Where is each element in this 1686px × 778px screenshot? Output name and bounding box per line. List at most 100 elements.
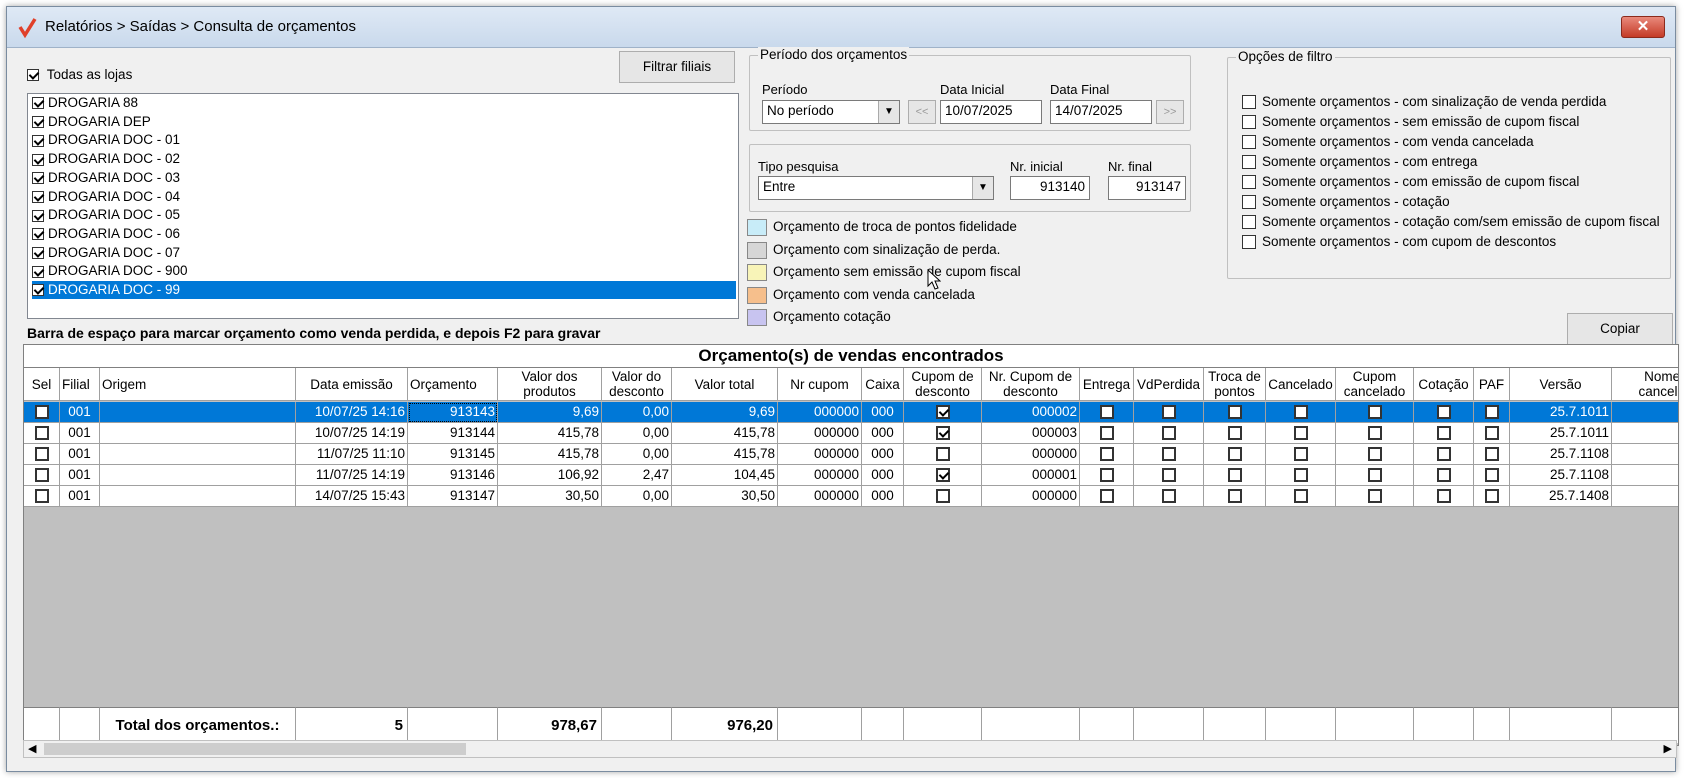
store-item[interactable]: DROGARIA DOC - 06 xyxy=(32,225,736,243)
table-cell[interactable]: 001 xyxy=(60,444,100,465)
checkbox-icon[interactable] xyxy=(1484,489,1499,504)
table-cell[interactable]: 000002 xyxy=(982,402,1080,423)
table-cell-checkbox[interactable] xyxy=(1080,465,1134,486)
checkbox-icon[interactable] xyxy=(32,209,44,222)
table-cell[interactable]: 913143 xyxy=(408,402,498,423)
table-cell[interactable]: 25.7.1408 xyxy=(1510,486,1612,507)
table-cell[interactable]: 106,92 xyxy=(498,465,602,486)
table-cell-checkbox[interactable] xyxy=(1336,402,1414,423)
table-cell-checkbox[interactable] xyxy=(24,486,60,507)
checkbox-icon[interactable] xyxy=(1484,468,1499,483)
all-stores-checkbox[interactable]: Todas as lojas xyxy=(27,67,132,82)
copy-button[interactable]: Copiar xyxy=(1567,313,1673,345)
period-select[interactable]: No período ▼ xyxy=(762,100,900,124)
table-cell[interactable]: 25.7.1108 xyxy=(1510,444,1612,465)
table-cell[interactable]: 000000 xyxy=(778,444,862,465)
table-cell[interactable] xyxy=(1612,486,1678,507)
checkbox-icon[interactable] xyxy=(1227,489,1242,504)
table-cell-checkbox[interactable] xyxy=(1134,402,1204,423)
column-header[interactable]: Versão xyxy=(1510,368,1612,401)
table-cell-checkbox[interactable] xyxy=(24,423,60,444)
column-header[interactable]: Cotação xyxy=(1414,368,1474,401)
final-number-input[interactable]: 913147 xyxy=(1108,176,1186,200)
table-cell[interactable]: 104,45 xyxy=(672,465,778,486)
table-cell[interactable]: 25.7.1011 xyxy=(1510,423,1612,444)
store-item[interactable]: DROGARIA DOC - 05 xyxy=(32,206,736,224)
table-cell-checkbox[interactable] xyxy=(1204,486,1266,507)
checkbox-icon[interactable] xyxy=(1293,468,1308,483)
checkbox-icon[interactable] xyxy=(1227,468,1242,483)
column-header[interactable]: Filial xyxy=(60,368,100,401)
column-header[interactable]: PAF xyxy=(1474,368,1510,401)
table-cell[interactable]: 000000 xyxy=(982,486,1080,507)
start-date-input[interactable]: 10/07/2025 xyxy=(940,100,1042,124)
table-cell-checkbox[interactable] xyxy=(1134,444,1204,465)
filter-branches-button[interactable]: Filtrar filiais xyxy=(619,51,735,83)
table-cell[interactable]: 000 xyxy=(862,444,904,465)
table-cell[interactable]: 25.7.1108 xyxy=(1510,465,1612,486)
checkbox-icon[interactable] xyxy=(935,468,950,483)
checkbox-icon[interactable] xyxy=(1242,235,1256,250)
column-header[interactable]: Caixa xyxy=(862,368,904,401)
table-cell[interactable]: 000003 xyxy=(982,423,1080,444)
table-cell-checkbox[interactable] xyxy=(1474,486,1510,507)
table-cell[interactable]: 000000 xyxy=(778,465,862,486)
checkbox-icon[interactable] xyxy=(32,247,44,260)
table-cell-checkbox[interactable] xyxy=(1336,465,1414,486)
column-header[interactable]: Orçamento xyxy=(408,368,498,401)
store-item[interactable]: DROGARIA DOC - 99 xyxy=(32,281,736,299)
filter-option[interactable]: Somente orçamentos - com sinalização de … xyxy=(1242,94,1606,110)
store-item[interactable]: DROGARIA DOC - 01 xyxy=(32,131,736,149)
column-header[interactable]: Troca de pontos xyxy=(1204,368,1266,401)
table-cell-checkbox[interactable] xyxy=(1266,402,1336,423)
filter-option[interactable]: Somente orçamentos - cotação xyxy=(1242,194,1450,210)
checkbox-icon[interactable] xyxy=(1367,468,1382,483)
table-cell[interactable] xyxy=(100,465,296,486)
chevron-down-icon[interactable]: ▼ xyxy=(878,101,899,123)
previous-period-button[interactable]: << xyxy=(908,100,936,124)
end-date-input[interactable]: 14/07/2025 xyxy=(1050,100,1152,124)
table-cell-checkbox[interactable] xyxy=(1336,444,1414,465)
table-cell-checkbox[interactable] xyxy=(1266,465,1336,486)
checkbox-icon[interactable] xyxy=(1242,155,1256,170)
table-cell-checkbox[interactable] xyxy=(1414,423,1474,444)
checkbox-icon[interactable] xyxy=(32,172,44,185)
checkbox-icon[interactable] xyxy=(1484,426,1499,441)
table-cell[interactable] xyxy=(100,444,296,465)
table-cell-checkbox[interactable] xyxy=(24,444,60,465)
table-cell-checkbox[interactable] xyxy=(904,465,982,486)
table-cell-checkbox[interactable] xyxy=(1134,465,1204,486)
column-header[interactable]: Valor dos produtos xyxy=(498,368,602,401)
table-cell-checkbox[interactable] xyxy=(1336,423,1414,444)
column-header[interactable]: Nome do cancelador xyxy=(1612,368,1678,401)
filter-option[interactable]: Somente orçamentos - com venda cancelada xyxy=(1242,134,1534,150)
checkbox-icon[interactable] xyxy=(1367,447,1382,462)
table-cell[interactable]: 001 xyxy=(60,465,100,486)
checkbox-icon[interactable] xyxy=(32,228,44,241)
column-header[interactable]: Cupom cancelado xyxy=(1336,368,1414,401)
budgets-grid[interactable]: Orçamento(s) de vendas encontrados Sel Fi… xyxy=(23,344,1679,746)
table-cell[interactable]: 000 xyxy=(862,465,904,486)
table-cell[interactable]: 0,00 xyxy=(602,444,672,465)
table-cell-checkbox[interactable] xyxy=(1474,402,1510,423)
store-item[interactable]: DROGARIA DEP xyxy=(32,113,736,131)
table-cell[interactable]: 913145 xyxy=(408,444,498,465)
checkbox-icon[interactable] xyxy=(32,153,44,166)
table-cell[interactable]: 30,50 xyxy=(498,486,602,507)
column-header[interactable]: Cupom de desconto xyxy=(904,368,982,401)
column-header[interactable]: Valor do desconto xyxy=(602,368,672,401)
close-button[interactable]: ✕ xyxy=(1621,16,1665,38)
checkbox-icon[interactable] xyxy=(935,426,950,441)
table-cell[interactable]: 30,50 xyxy=(672,486,778,507)
table-cell[interactable]: 000 xyxy=(862,486,904,507)
table-cell[interactable]: 000000 xyxy=(778,402,862,423)
store-item[interactable]: DROGARIA DOC - 02 xyxy=(32,150,736,168)
table-cell-checkbox[interactable] xyxy=(1134,486,1204,507)
table-cell[interactable]: 001 xyxy=(60,486,100,507)
table-cell-checkbox[interactable] xyxy=(1204,402,1266,423)
table-cell-checkbox[interactable] xyxy=(24,465,60,486)
checkbox-icon[interactable] xyxy=(935,447,950,462)
table-cell-checkbox[interactable] xyxy=(904,423,982,444)
checkbox-icon[interactable] xyxy=(1436,426,1451,441)
checkbox-icon[interactable] xyxy=(1293,489,1308,504)
